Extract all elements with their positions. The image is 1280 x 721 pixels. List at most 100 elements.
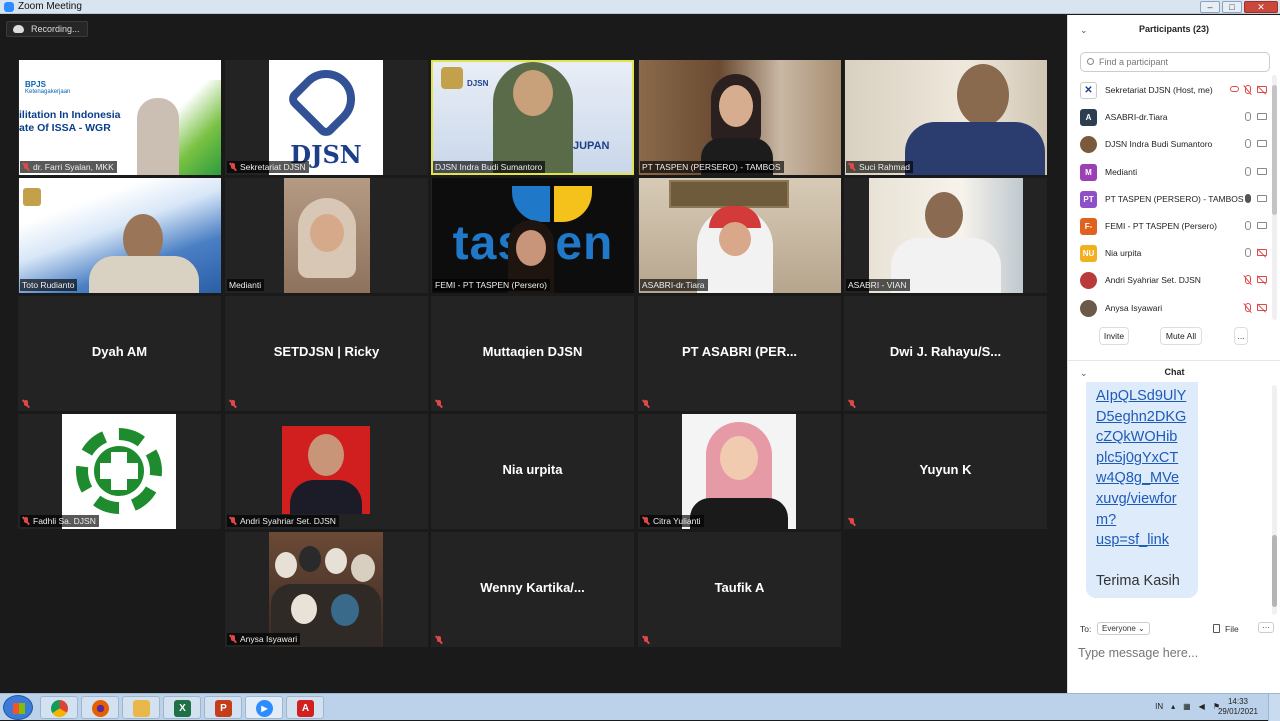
taskbar-zoom[interactable]: ▶: [245, 696, 283, 719]
name-tile[interactable]: SETDJSN | Ricky: [225, 296, 428, 411]
chat-link[interactable]: D5eghn2DKG: [1096, 407, 1188, 428]
video-tile[interactable]: Suci Rahmad: [844, 60, 1047, 175]
minimize-button[interactable]: –: [1200, 1, 1220, 13]
start-button[interactable]: [3, 695, 33, 720]
volume-icon[interactable]: ◀: [1199, 702, 1205, 711]
chat-link[interactable]: plc5j0gYxCT: [1096, 448, 1188, 469]
mic-muted-icon[interactable]: [1245, 275, 1251, 285]
more-options-button[interactable]: ...: [1234, 327, 1248, 345]
file-button[interactable]: File: [1213, 624, 1239, 634]
mute-all-button[interactable]: Mute All: [1160, 327, 1202, 345]
firefox-icon: [92, 700, 109, 717]
name-tile[interactable]: Dwi J. Rahayu/S...: [844, 296, 1047, 411]
video-off-icon[interactable]: [1257, 86, 1267, 93]
chat-link[interactable]: xuvg/viewfor: [1096, 489, 1188, 510]
tray-expand-icon[interactable]: ▴: [1171, 702, 1175, 711]
video-tile-active-speaker[interactable]: DJSN JUPAN DJSN Indra Budi Sumantoro: [431, 60, 634, 175]
participant-name: DJSN Indra Budi Sumantoro: [1105, 139, 1213, 150]
video-tile[interactable]: BPJS Ketenagakerjaan ilitation In Indone…: [18, 60, 221, 175]
name-tile[interactable]: Wenny Kartika/...: [431, 532, 634, 647]
recording-indicator[interactable]: Recording...: [6, 21, 88, 37]
mic-muted-icon: [642, 400, 650, 408]
mic-active-icon[interactable]: [1245, 193, 1251, 203]
video-icon[interactable]: [1257, 113, 1267, 121]
recipient-dropdown[interactable]: Everyone ⌄: [1097, 622, 1150, 635]
participant-row[interactable]: F- FEMI - PT TASPEN (Persero): [1068, 213, 1273, 240]
chat-scroll-thumb[interactable]: [1272, 535, 1277, 607]
participants-scrollbar[interactable]: [1272, 75, 1277, 320]
participant-namebar: Citra Yulianti: [640, 515, 704, 527]
name-tile[interactable]: Muttaqien DJSN: [431, 296, 634, 411]
video-tile[interactable]: Toto Rudianto: [18, 178, 221, 293]
participant-row[interactable]: DJSN Indra Budi Sumantoro: [1068, 131, 1273, 158]
wall-frame: [669, 180, 789, 208]
video-icon[interactable]: [1257, 194, 1267, 202]
mic-icon[interactable]: [1245, 166, 1251, 176]
window-titlebar: Zoom Meeting – □ ✕: [0, 0, 1280, 14]
video-tile[interactable]: DJSN Sekretariat DJSN: [225, 60, 428, 175]
chat-more-button[interactable]: ···: [1258, 622, 1274, 633]
video-tile[interactable]: taspen FEMI - PT TASPEN (Persero): [431, 178, 634, 293]
participant-row[interactable]: NU Nia urpita: [1068, 240, 1273, 267]
taskbar-explorer[interactable]: [122, 696, 160, 719]
video-off-icon[interactable]: [1257, 249, 1267, 257]
photo-tile[interactable]: Citra Yulianti: [638, 414, 841, 529]
participant-search-input[interactable]: Find a participant: [1080, 52, 1270, 72]
chat-link[interactable]: w4Q8g_MVe: [1096, 468, 1188, 489]
photo-tile[interactable]: Fadhli Sa. DJSN: [18, 414, 221, 529]
taskbar-powerpoint[interactable]: P: [204, 696, 242, 719]
chat-scrollbar[interactable]: [1272, 385, 1277, 615]
mic-icon[interactable]: [1245, 139, 1251, 149]
video-icon[interactable]: [1257, 140, 1267, 148]
taskbar-firefox[interactable]: [81, 696, 119, 719]
photo-tile[interactable]: Anysa Isyawari: [225, 532, 428, 647]
participant-row[interactable]: Andri Syahriar Set. DJSN: [1068, 267, 1273, 294]
network-icon[interactable]: ▦: [1183, 702, 1191, 711]
invite-button[interactable]: Invite: [1099, 327, 1129, 345]
participants-scroll-thumb[interactable]: [1272, 85, 1277, 215]
mic-muted-icon[interactable]: [1245, 302, 1251, 312]
participant-row[interactable]: A ASABRI-dr.Tiara: [1068, 104, 1273, 131]
group-member: [351, 554, 375, 582]
chat-link[interactable]: AIpQLSd9UlY: [1096, 386, 1188, 407]
name-tile[interactable]: Taufik A: [638, 532, 841, 647]
taskbar-chrome[interactable]: [40, 696, 78, 719]
participant-namebar: Andri Syahriar Set. DJSN: [227, 515, 339, 527]
mic-icon[interactable]: [1245, 248, 1251, 258]
mic-icon[interactable]: [1245, 220, 1251, 230]
participant-namebar: dr. Farri Syalan, MKK: [20, 161, 117, 173]
taskbar-acrobat[interactable]: A: [286, 696, 324, 719]
chat-message-input[interactable]: [1078, 643, 1273, 663]
show-desktop-button[interactable]: [1268, 694, 1280, 721]
taskbar-clock[interactable]: 14:33 29/01/2021: [1218, 697, 1258, 717]
mic-icon[interactable]: [1245, 112, 1251, 122]
name-tile[interactable]: PT ASABRI (PER...: [638, 296, 841, 411]
video-tile[interactable]: ASABRI - VIAN: [844, 178, 1047, 293]
taskbar-excel[interactable]: X: [163, 696, 201, 719]
participant-row[interactable]: ✕ Sekretariat DJSN (Host, me): [1068, 77, 1273, 104]
name-tile[interactable]: Yuyun K: [844, 414, 1047, 529]
video-off-icon[interactable]: [1257, 276, 1267, 284]
participant-row[interactable]: PT PT TASPEN (PERSERO) - TAMBOS: [1068, 186, 1273, 213]
video-tile[interactable]: PT TASPEN (PERSERO) - TAMBOS: [638, 60, 841, 175]
participant-row[interactable]: Anysa Isyawari: [1068, 295, 1273, 322]
photo-tile[interactable]: Andri Syahriar Set. DJSN: [225, 414, 428, 529]
chat-recipient-row: To: Everyone ⌄ File ···: [1080, 622, 1275, 636]
close-button[interactable]: ✕: [1244, 1, 1278, 13]
chat-link[interactable]: cZQkWOHib: [1096, 427, 1188, 448]
language-indicator[interactable]: IN: [1155, 702, 1163, 711]
gallery-view: Recording... BPJS Ketenagakerjaan ilitat…: [0, 15, 1067, 693]
participant-row[interactable]: M Medianti: [1068, 159, 1273, 186]
video-off-icon[interactable]: [1257, 303, 1267, 311]
video-tile[interactable]: Medianti: [225, 178, 428, 293]
video-tile[interactable]: ASABRI-dr.Tiara: [638, 178, 841, 293]
video-icon[interactable]: [1257, 221, 1267, 229]
video-icon[interactable]: [1257, 167, 1267, 175]
chat-link[interactable]: m?: [1096, 510, 1188, 531]
name-tile[interactable]: Dyah AM: [18, 296, 221, 411]
mic-muted-icon: [229, 635, 237, 643]
mic-muted-icon[interactable]: [1245, 85, 1251, 94]
name-tile[interactable]: Nia urpita: [431, 414, 634, 529]
maximize-button[interactable]: □: [1222, 1, 1242, 13]
chat-link[interactable]: usp=sf_link: [1096, 530, 1188, 551]
